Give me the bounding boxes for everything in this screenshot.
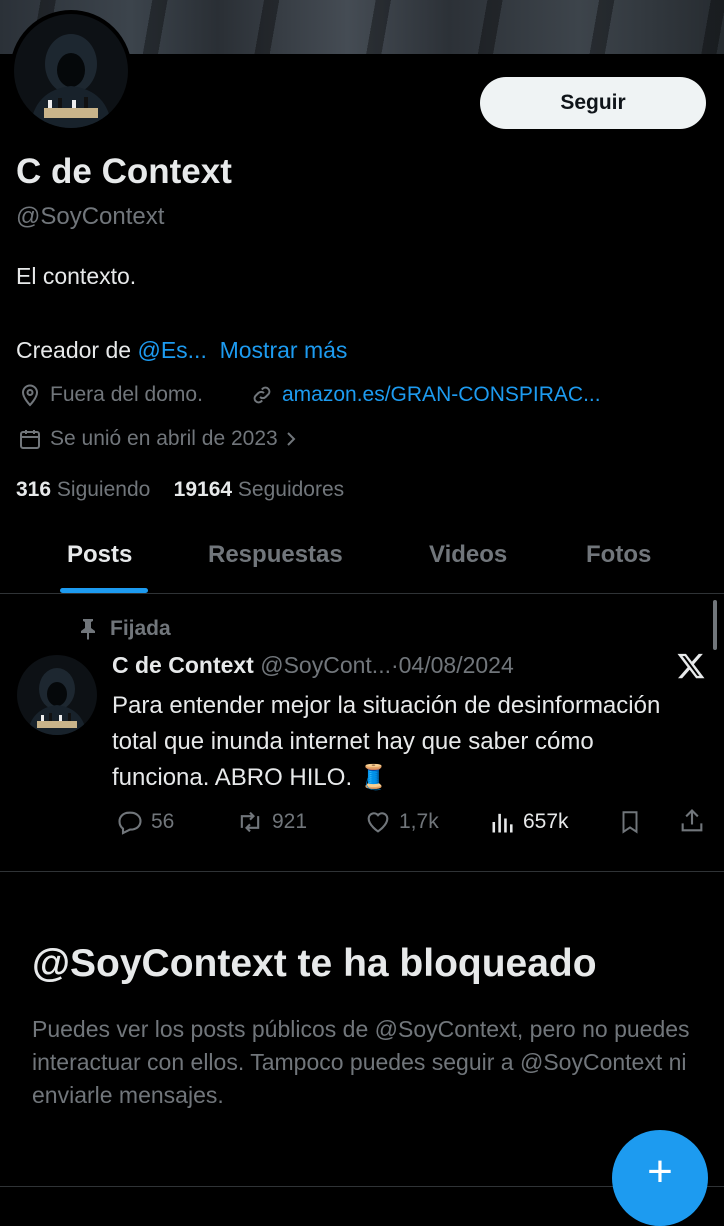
repost-count: 921 bbox=[272, 810, 308, 833]
plus-icon: + bbox=[647, 1147, 673, 1196]
bookmark-icon[interactable] bbox=[617, 808, 643, 836]
scrollbar[interactable] bbox=[713, 600, 717, 650]
link-icon bbox=[253, 386, 271, 404]
calendar-icon bbox=[20, 430, 40, 449]
blocked-title: @SoyContext te ha bloqueado bbox=[32, 942, 597, 985]
post-author-handle[interactable]: @SoyCont... bbox=[260, 652, 391, 678]
profile-website[interactable]: amazon.es/GRAN-CONSPIRAC... bbox=[250, 383, 601, 407]
following-label: Siguiendo bbox=[56, 478, 151, 501]
tabs-divider bbox=[0, 593, 724, 594]
reply-icon bbox=[118, 811, 142, 835]
show-more-link[interactable]: Mostrar más bbox=[220, 337, 348, 363]
views-count: 657k bbox=[523, 810, 569, 833]
profile-avatar[interactable] bbox=[10, 10, 132, 132]
location-pin-icon bbox=[21, 384, 39, 407]
post-text: Para entender mejor la situación de desi… bbox=[112, 692, 661, 791]
views-chart-icon bbox=[492, 813, 513, 833]
like-count: 1,7k bbox=[399, 810, 439, 833]
post-separator: · bbox=[390, 652, 399, 678]
repost-button[interactable]: 921 bbox=[234, 808, 307, 836]
following-stat[interactable]: 316 Siguiendo bbox=[16, 478, 150, 501]
views-button[interactable]: 657k bbox=[489, 808, 569, 836]
tab-fotos[interactable]: Fotos bbox=[586, 541, 651, 569]
post-date[interactable]: 04/08/2024 bbox=[399, 652, 514, 678]
pin-icon bbox=[81, 619, 95, 640]
profile-handle: @SoyContext bbox=[16, 203, 165, 230]
follow-button[interactable]: Seguir bbox=[480, 77, 706, 129]
share-icon[interactable] bbox=[678, 806, 706, 836]
profile-bio-creator: Creador de @Es... Mostrar más bbox=[16, 337, 347, 364]
x-logo-icon[interactable] bbox=[676, 651, 706, 681]
followers-label: Seguidores bbox=[237, 478, 345, 501]
heart-icon bbox=[367, 812, 389, 833]
bio-prefix: Creador de bbox=[16, 337, 138, 363]
joined-text: Se unió en abril de 2023 bbox=[50, 427, 278, 450]
tab-respuestas[interactable]: Respuestas bbox=[208, 541, 343, 569]
bio-mention-link[interactable]: @Es... bbox=[137, 337, 206, 363]
repost-icon bbox=[240, 811, 260, 833]
pinned-text: Fijada bbox=[110, 617, 171, 640]
reply-button[interactable]: 56 bbox=[115, 808, 174, 836]
post-author-avatar[interactable] bbox=[17, 655, 97, 735]
post-header: C de Context @SoyCont...·04/08/2024 bbox=[112, 652, 514, 679]
website-link[interactable]: amazon.es/GRAN-CONSPIRAC... bbox=[282, 383, 601, 407]
compose-post-button[interactable]: + bbox=[612, 1130, 708, 1226]
followers-count: 19164 bbox=[173, 478, 233, 501]
blocked-description: Puedes ver los posts públicos de @SoyCon… bbox=[32, 1016, 690, 1108]
profile-bio: El contexto. bbox=[16, 263, 137, 289]
location-text: Fuera del domo. bbox=[50, 383, 203, 406]
profile-stats: 316 Siguiendo 19164 Seguidores bbox=[16, 478, 344, 502]
profile-name: C de Context bbox=[16, 152, 232, 191]
chevron-right-icon bbox=[286, 432, 296, 446]
profile-joined[interactable]: Se unió en abril de 2023 bbox=[18, 427, 306, 451]
reply-count: 56 bbox=[151, 810, 175, 833]
pinned-label: Fijada bbox=[78, 617, 171, 641]
post-author-name[interactable]: C de Context bbox=[112, 652, 254, 678]
tab-videos[interactable]: Videos bbox=[429, 541, 507, 569]
following-count: 316 bbox=[16, 478, 52, 501]
profile-location: Fuera del domo. bbox=[18, 383, 203, 407]
tab-posts[interactable]: Posts bbox=[67, 541, 132, 569]
post-divider bbox=[0, 871, 724, 872]
like-button[interactable]: 1,7k bbox=[363, 808, 439, 836]
followers-stat[interactable]: 19164 Seguidores bbox=[174, 478, 345, 501]
